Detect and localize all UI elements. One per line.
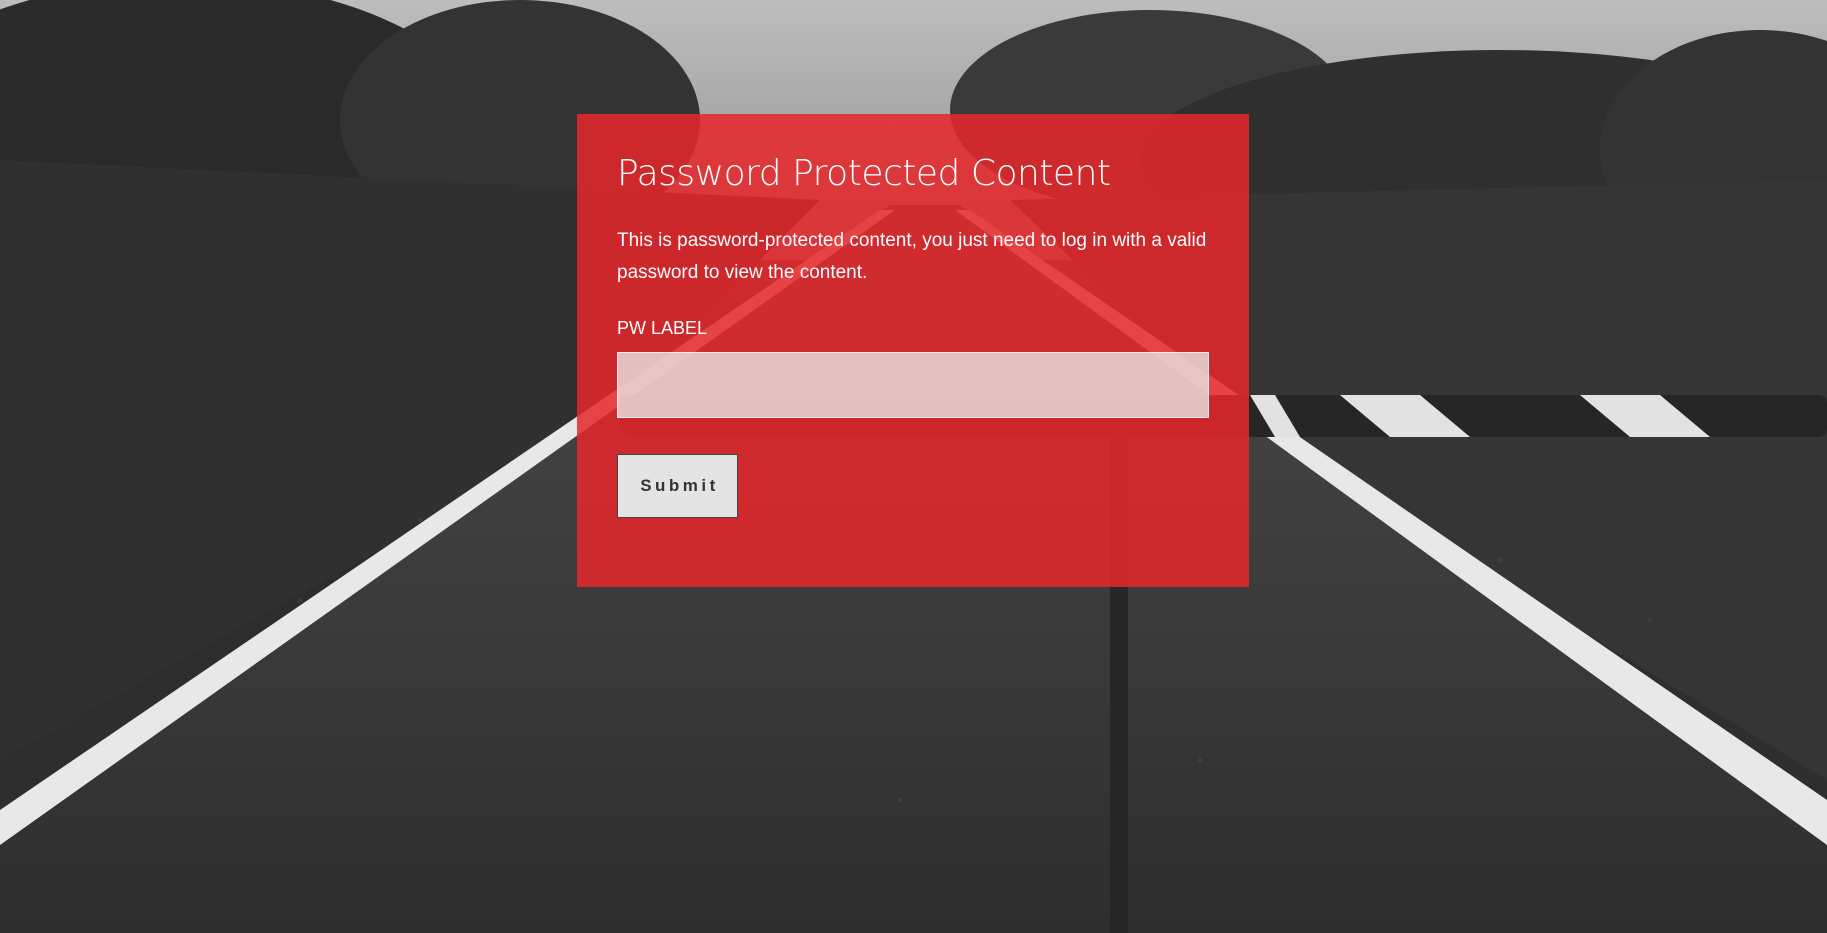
password-field-label: PW LABEL (617, 318, 708, 339)
panel-description: This is password-protected content, you … (617, 230, 1207, 284)
password-panel: Password Protected Content This is passw… (577, 114, 1249, 587)
password-input[interactable] (617, 352, 1209, 419)
submit-button[interactable]: Submit (617, 454, 738, 519)
panel-title: Password Protected Content (617, 153, 1111, 194)
